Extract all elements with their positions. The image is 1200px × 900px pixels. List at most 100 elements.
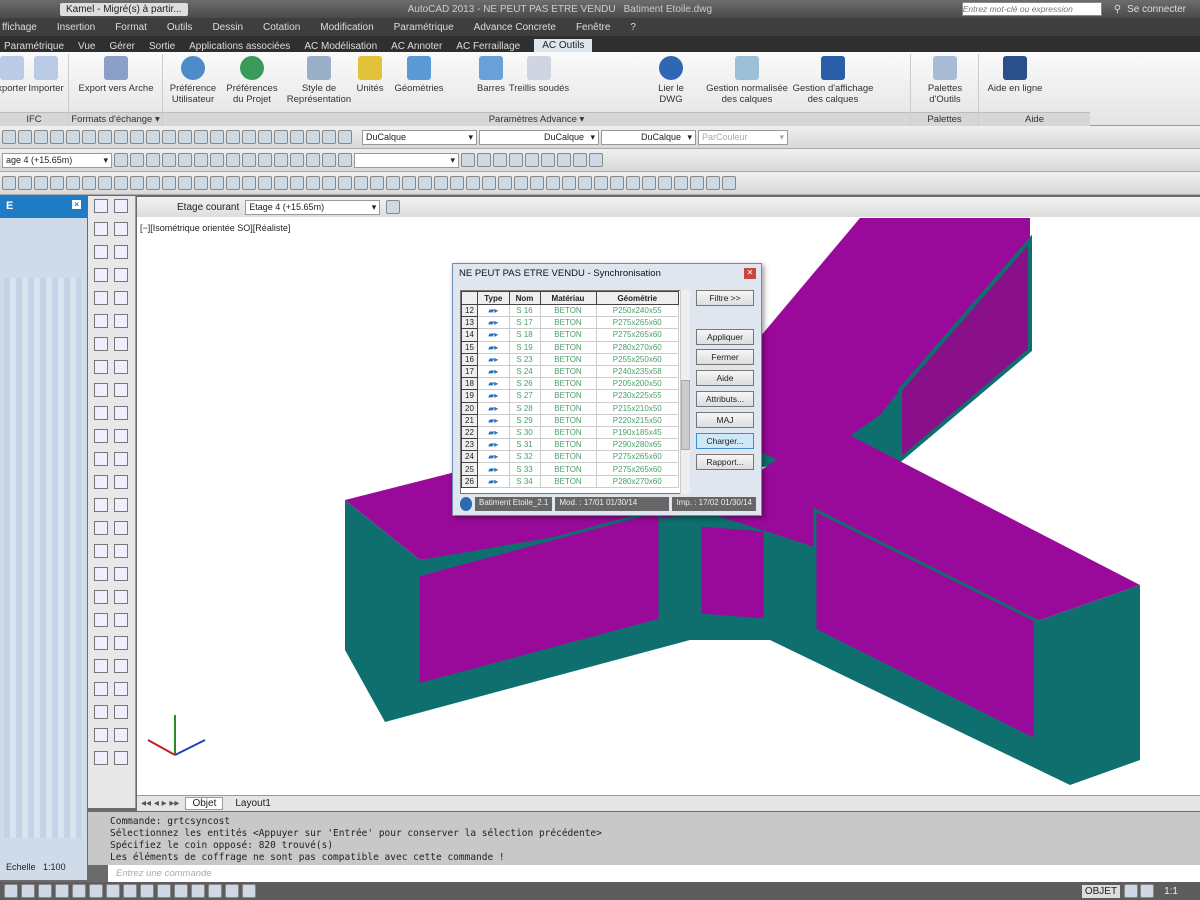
maj-button[interactable]: MAJ [696,412,754,428]
table-row[interactable]: 14 ▰▸ S 18 BETON P275x265x60 [461,328,679,342]
ifc-import-button[interactable]: Importer [26,56,66,94]
treillis-soudes-button[interactable]: Treillis soudés [508,56,570,94]
draw-tool-icon[interactable] [94,751,108,765]
draw-tool-icon[interactable] [114,245,128,259]
draw-tool-icon[interactable] [94,613,108,627]
filtre-button[interactable]: Filtre >> [696,290,754,306]
sign-in-link[interactable]: Se connecter [1127,4,1186,15]
draw-tool-icon[interactable] [94,406,108,420]
aide-button[interactable]: Aide [696,370,754,386]
menu-cotation[interactable]: Cotation [263,22,300,33]
table-row[interactable]: 18 ▰▸ S 26 BETON P205x200x50 [461,377,679,391]
draw-tool-icon[interactable] [114,751,128,765]
gestion-calques-button[interactable]: Gestion normalisée des calques [704,56,790,105]
table-row[interactable]: 21 ▰▸ S 29 BETON P220x215x50 [461,413,679,427]
tab-ac-annoter[interactable]: AC Annoter [391,41,442,52]
col-header-nom[interactable]: Nom [508,291,541,305]
draw-tool-icon[interactable] [94,636,108,650]
table-row[interactable]: 22 ▰▸ S 30 BETON P190x185x45 [461,425,679,440]
barres-button[interactable]: Barres [474,56,508,94]
draw-tool-icon[interactable] [94,567,108,581]
binoculars-icon[interactable]: ⚲ [1114,4,1121,15]
menu-help[interactable]: ? [630,22,636,33]
palette-close-icon[interactable]: × [72,200,81,209]
draw-tool-icon[interactable] [94,245,108,259]
panel-label-parametres[interactable]: Paramètres Advance ▾ [163,112,910,126]
col-header-geometrie[interactable]: Géométrie [595,291,679,305]
plotstyle-select[interactable]: ParCouleur [698,129,788,145]
tab-ac-ferraillage[interactable]: AC Ferraillage [456,41,520,52]
draw-tool-icon[interactable] [94,728,108,742]
table-row[interactable]: 19 ▰▸ S 27 BETON P230x225x55 [461,389,679,403]
fermer-button[interactable]: Fermer [696,349,754,365]
draw-tool-icon[interactable] [114,728,128,742]
table-row[interactable]: 12 ▰▸ S 16 BETON P250x240x55 [461,303,679,318]
rapport-button[interactable]: Rapport... [696,454,754,470]
draw-tool-icon[interactable] [94,199,108,213]
draw-tool-icon[interactable] [94,475,108,489]
menu-format[interactable]: Format [115,22,147,33]
draw-tool-icon[interactable] [114,590,128,604]
table-row[interactable]: 26 ▰▸ S 34 BETON P280x270x60 [461,474,679,488]
palettes-outils-button[interactable]: Palettes d'Outils [916,56,974,105]
draw-tool-icon[interactable] [94,291,108,305]
appliquer-button[interactable]: Appliquer [696,329,754,345]
draw-tool-icon[interactable] [94,429,108,443]
col-header-materiau[interactable]: Matériau [539,291,597,305]
draw-tool-icon[interactable] [114,682,128,696]
table-row[interactable]: 16 ▰▸ S 23 BETON P255x250x60 [461,352,679,366]
gestion-affichage-calques-button[interactable]: Gestion d'affichage des calques [790,56,876,105]
draw-tool-icon[interactable] [114,475,128,489]
table-row[interactable]: 17 ▰▸ S 24 BETON P240x235x58 [461,364,679,379]
tab-applications[interactable]: Applications associées [189,41,290,52]
draw-tool-icon[interactable] [94,659,108,673]
draw-tool-icon[interactable] [114,314,128,328]
draw-tool-icon[interactable] [94,383,108,397]
attributs-button[interactable]: Attributs... [696,391,754,407]
panel-label-formats[interactable]: Formats d'échange ▾ [69,112,162,126]
aide-en-ligne-button[interactable]: Aide en ligne [984,56,1046,94]
tab-sortie[interactable]: Sortie [149,41,175,52]
view-select[interactable] [354,152,459,168]
table-row[interactable]: 13 ▰▸ S 17 BETON P275x265x60 [461,316,679,330]
table-row[interactable]: 20 ▰▸ S 28 BETON P215x210x50 [461,401,679,415]
geometries-button[interactable]: Géométries [392,56,446,94]
menu-modification[interactable]: Modification [320,22,373,33]
menu-parametrique[interactable]: Paramétrique [394,22,454,33]
draw-tool-icon[interactable] [114,544,128,558]
close-icon[interactable]: ✕ [744,268,756,279]
tab-parametrique[interactable]: Paramétrique [4,41,64,52]
charger-button[interactable]: Charger... [696,433,754,449]
color-select[interactable]: DuCalque [362,129,477,145]
draw-tool-icon[interactable] [94,682,108,696]
draw-tool-icon[interactable] [114,268,128,282]
draw-tool-icon[interactable] [114,199,128,213]
annotation-scale[interactable]: 1:1 [1164,886,1178,897]
draw-tool-icon[interactable] [114,705,128,719]
draw-tool-icon[interactable] [94,337,108,351]
drafting-toggles[interactable] [4,884,256,898]
draw-tool-icon[interactable] [114,567,128,581]
model-space-button[interactable]: OBJET [1081,884,1121,898]
table-row[interactable]: 23 ▰▸ S 31 BETON P290x280x65 [461,438,679,452]
export-arche-button[interactable]: Export vers Arche [76,56,156,94]
menu-affichage[interactable]: ffichage [2,22,37,33]
draw-tool-icon[interactable] [114,452,128,466]
tab-layout1[interactable]: Layout1 [229,798,277,809]
draw-tool-icon[interactable] [114,636,128,650]
preferences-projet-button[interactable]: Préférences du Projet [224,56,280,105]
help-search-input[interactable] [961,2,1102,16]
draw-tool-icon[interactable] [114,360,128,374]
draw-tool-icon[interactable] [94,452,108,466]
etage-help-icon[interactable] [386,200,401,214]
draw-tool-icon[interactable] [94,222,108,236]
draw-tool-icon[interactable] [94,498,108,512]
table-row[interactable]: 15 ▰▸ S 19 BETON P280x270x60 [461,340,679,354]
table-row[interactable]: 25 ▰▸ S 33 BETON P275x265x60 [461,462,679,476]
draw-tool-icon[interactable] [114,521,128,535]
menu-dessin[interactable]: Dessin [212,22,243,33]
lineweight-select[interactable]: DuCalque [601,129,696,145]
draw-tool-icon[interactable] [94,314,108,328]
preference-utilisateur-button[interactable]: Préférence Utilisateur [166,56,220,105]
draw-tool-icon[interactable] [94,360,108,374]
